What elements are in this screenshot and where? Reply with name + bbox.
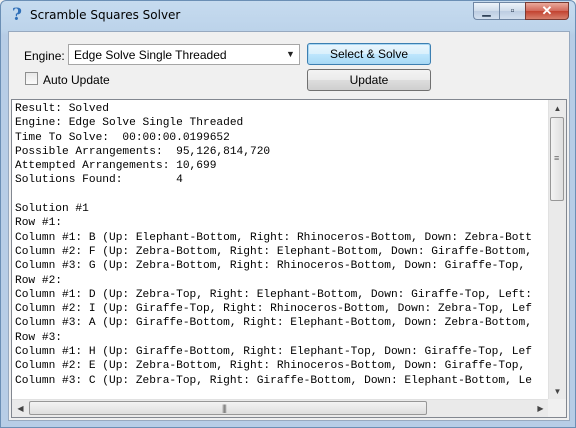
results-line: Row #3: [15,331,62,344]
main-window: ? Scramble Squares Solver ▁ ▫ ✕ Engine: … [0,0,576,428]
scroll-right-arrow-icon[interactable]: ▶ [532,400,549,417]
horizontal-scroll-thumb[interactable]: ||| [29,401,427,415]
minimize-button[interactable]: ▁ [473,2,499,20]
chevron-down-icon[interactable]: ▼ [283,46,298,63]
engine-label: Engine: [24,49,65,63]
results-line: Column #2: E (Up: Zebra-Bottom, Right: R… [15,360,526,373]
results-line: Time To Solve: 00:00:00.0199652 [15,131,230,144]
thumb-grip-icon: ||| [222,403,227,413]
results-text: Result: Solved Engine: Edge Solve Single … [15,102,532,388]
scroll-up-arrow-icon[interactable]: ▲ [549,100,566,117]
scroll-down-arrow-icon[interactable]: ▼ [549,383,566,400]
results-line: Column #3: A (Up: Giraffe-Bottom, Right:… [15,317,532,330]
results-line: Row #1: [15,217,62,230]
results-line: Solutions Found: 4 [15,174,183,187]
results-line: Column #2: F (Up: Zebra-Bottom, Right: E… [15,245,532,258]
results-line: Engine: Edge Solve Single Threaded [15,117,244,130]
caption-buttons: ▁ ▫ ✕ [473,2,569,21]
results-line: Column #1: D (Up: Zebra-Top, Right: Elep… [15,288,532,301]
engine-dropdown[interactable]: Edge Solve Single Threaded ▼ [68,44,300,65]
close-button[interactable]: ✕ [525,2,569,20]
results-line: Column #3: C (Up: Zebra-Top, Right: Gira… [15,374,532,387]
horizontal-scrollbar[interactable]: ◀ ||| ▶ [12,399,549,417]
vertical-scroll-thumb[interactable]: ≡ [550,117,564,201]
vertical-scrollbar[interactable]: ▲ ≡ ▼ [548,100,566,400]
window-title: Scramble Squares Solver [30,8,181,22]
select-solve-button[interactable]: Select & Solve [307,43,431,65]
results-line: Attempted Arrangements: 10,699 [15,160,217,173]
results-line: Result: Solved [15,103,109,115]
results-line: Column #1: H (Up: Giraffe-Bottom, Right:… [15,346,532,359]
results-textbox[interactable]: Result: Solved Engine: Edge Solve Single … [11,99,567,418]
results-line: Column #3: G (Up: Zebra-Bottom, Right: R… [15,260,526,273]
client-area: Engine: Edge Solve Single Threaded ▼ Sel… [8,31,570,421]
results-line: Possible Arrangements: 95,126,814,720 [15,145,271,158]
results-line [15,188,532,202]
results-line: Column #2: I (Up: Giraffe-Top, Right: Rh… [15,303,532,316]
update-button[interactable]: Update [307,69,431,91]
results-line: Row #2: [15,274,62,287]
scroll-left-arrow-icon[interactable]: ◀ [12,400,29,417]
auto-update-label[interactable]: Auto Update [43,73,110,87]
thumb-grip-icon: ≡ [554,153,559,163]
engine-selected-value: Edge Solve Single Threaded [74,48,227,62]
question-mark-icon: ? [12,5,22,25]
title-bar[interactable]: ? Scramble Squares Solver ▁ ▫ ✕ [1,1,575,29]
auto-update-checkbox[interactable] [25,72,38,85]
results-line: Column #1: B (Up: Elephant-Bottom, Right… [15,231,532,244]
results-line: Solution #1 [15,203,89,216]
scrollbar-corner [548,399,566,417]
maximize-button[interactable]: ▫ [499,2,525,20]
